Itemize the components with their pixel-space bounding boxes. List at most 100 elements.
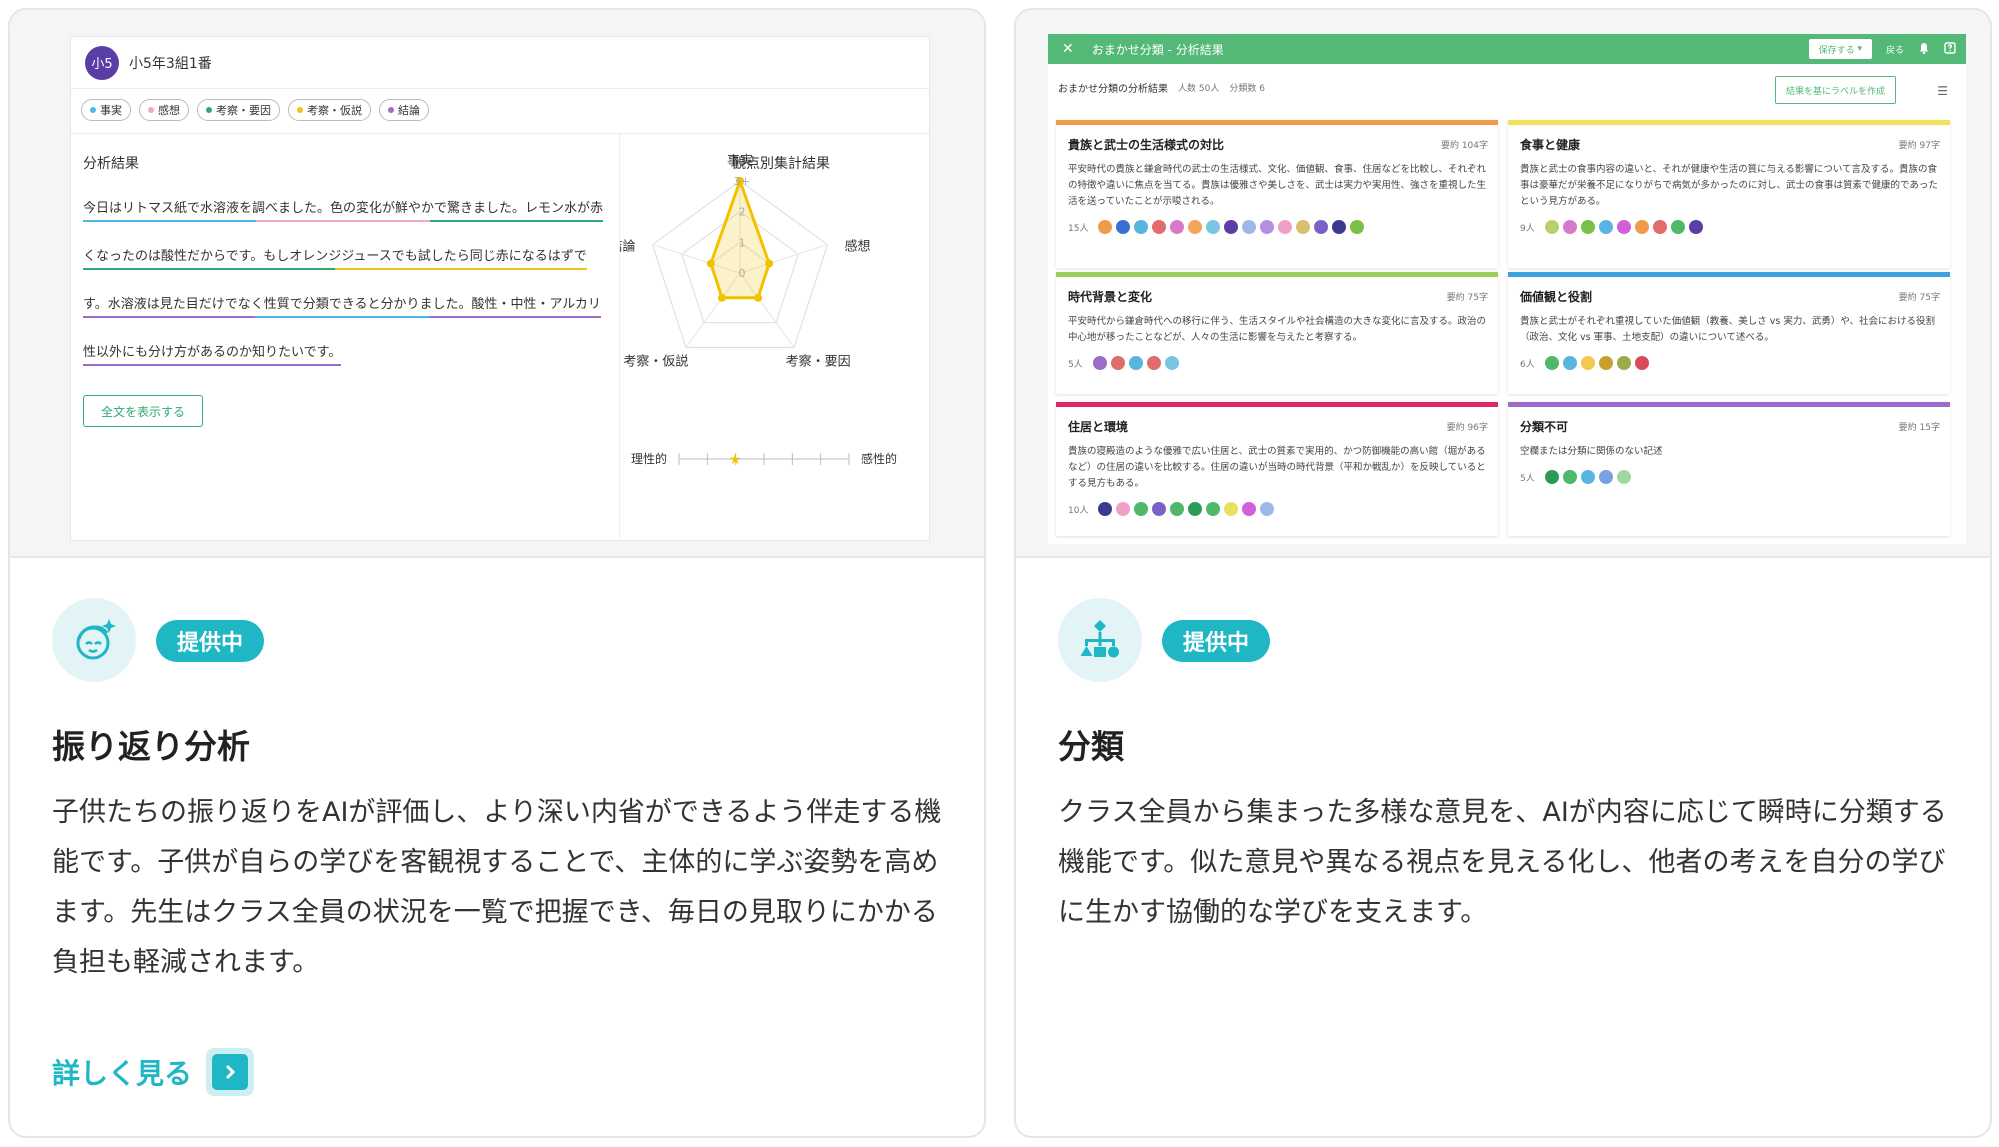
student-avatar-dot[interactable] bbox=[1206, 502, 1221, 516]
tag-chip[interactable]: 考察・要因 bbox=[197, 99, 280, 121]
student-avatar-dot[interactable] bbox=[1598, 220, 1613, 234]
student-avatar-dot[interactable] bbox=[1598, 470, 1613, 484]
student-avatar-dot[interactable] bbox=[1670, 220, 1685, 234]
student-avatar-dot[interactable] bbox=[1128, 356, 1143, 370]
student-avatar-dot[interactable] bbox=[1206, 220, 1221, 234]
student-avatar-dot[interactable] bbox=[1562, 220, 1577, 234]
category-people-count: 5人 bbox=[1520, 473, 1535, 484]
student-avatar-dot[interactable] bbox=[1652, 220, 1667, 234]
student-avatar-dot[interactable] bbox=[1562, 470, 1577, 484]
category-color-bar bbox=[1056, 120, 1498, 125]
student-avatar-dot[interactable] bbox=[1580, 470, 1595, 484]
tag-chip[interactable]: 事実 bbox=[81, 99, 131, 121]
category-title: 住居と環境 bbox=[1068, 420, 1129, 434]
student-avatar-dot[interactable] bbox=[1332, 220, 1347, 234]
card-body: 提供中 分類 クラス全員から集まった多様な意見を、AIが内容に応じて瞬時に分類す… bbox=[1016, 558, 1990, 1136]
list-menu-icon[interactable]: ☰ bbox=[1937, 84, 1948, 98]
student-avatar-dot[interactable] bbox=[1544, 470, 1559, 484]
category-card[interactable]: 住居と環境 要約 96字 貴族の寝殿造のような優雅で広い住居と、武士の質素で実用的、… bbox=[1056, 402, 1498, 536]
student-avatar-dot[interactable] bbox=[1580, 356, 1595, 370]
student-avatar-dot[interactable] bbox=[1152, 220, 1167, 234]
radar-point bbox=[754, 293, 763, 302]
feature-card-reflection: 小5 小5年3組1番 事実 感想 考察・要因 考察・仮説 結論 分析結果 今日はリトマス… bbox=[8, 8, 986, 1138]
student-avatar-dot[interactable] bbox=[1188, 220, 1203, 234]
category-color-bar bbox=[1508, 272, 1950, 277]
student-avatar-dot[interactable] bbox=[1224, 220, 1239, 234]
student-avatar-dot[interactable] bbox=[1242, 502, 1257, 516]
student-avatar-dot[interactable] bbox=[1688, 220, 1703, 234]
student-avatar-dot[interactable] bbox=[1260, 220, 1275, 234]
student-avatar-dot[interactable] bbox=[1350, 220, 1365, 234]
details-link[interactable]: 詳しく見る bbox=[52, 1048, 255, 1096]
category-card[interactable]: 時代背景と変化 要約 75字平安時代から鎌倉時代への移行に伴う、生活スタイルや社会… bbox=[1056, 272, 1498, 394]
bell-icon[interactable] bbox=[1918, 42, 1930, 57]
category-card[interactable]: 価値観と役割 要約 75字 貴族と武士がそれぞれ重視していた価値観（教養、美しさ v… bbox=[1508, 272, 1950, 394]
student-avatar-dot[interactable] bbox=[1098, 220, 1113, 234]
category-card[interactable]: 貴族と武士の生活様式の対比 要約 104字 平安時代の貴族と鎌倉時代の武士の生活様式… bbox=[1056, 120, 1498, 268]
student-avatar-dot[interactable] bbox=[1092, 356, 1107, 370]
student-avatar-dot[interactable] bbox=[1164, 356, 1179, 370]
tag-chip[interactable]: 感想 bbox=[139, 99, 189, 121]
category-char-count: 要約 104字 bbox=[1440, 141, 1488, 151]
save-button[interactable]: 保存する ▾ bbox=[1808, 39, 1872, 59]
category-people-count: 6人 bbox=[1520, 359, 1535, 370]
student-avatar-dot[interactable] bbox=[1146, 356, 1161, 370]
student-avatar-dot[interactable] bbox=[1544, 356, 1559, 370]
student-avatar-dot[interactable] bbox=[1278, 220, 1293, 234]
student-avatar-dot[interactable] bbox=[1116, 220, 1131, 234]
tag-chip[interactable]: 結論 bbox=[379, 99, 429, 121]
preview-area: ✕ おまかせ分類 - 分析結果 保存する ▾ 戻る おまかせ分類の分析結果 人数… bbox=[1016, 10, 1990, 558]
category-card[interactable]: 分類不可 要約 15字 空欄または分類に関係のない記述 5人 bbox=[1508, 402, 1950, 536]
student-avatar-dot[interactable] bbox=[1188, 502, 1203, 516]
category-title: 時代背景と変化 bbox=[1068, 290, 1153, 304]
category-description: 平安時代から鎌倉時代への移行に伴う、生活スタイルや社会構造の大きな変化に言及する… bbox=[1068, 316, 1487, 343]
student-avatar-dot[interactable] bbox=[1260, 502, 1275, 516]
student-avatar-dot[interactable] bbox=[1544, 220, 1559, 234]
topbar-title: おまかせ分類 - 分析結果 bbox=[1091, 42, 1224, 57]
student-avatar-dot[interactable] bbox=[1170, 220, 1185, 234]
student-avatar-dot[interactable] bbox=[1116, 502, 1131, 516]
radar-axis-label: 考察・仮説 bbox=[623, 353, 688, 369]
student-avatar-dot[interactable] bbox=[1314, 220, 1329, 234]
student-avatar-dot[interactable] bbox=[1616, 356, 1631, 370]
student-avatar-dot[interactable] bbox=[1580, 220, 1595, 234]
tag-color-dot bbox=[206, 107, 212, 113]
student-avatar-dot[interactable] bbox=[1634, 356, 1649, 370]
student-avatar-dot[interactable] bbox=[1598, 356, 1613, 370]
student-avatar-dot[interactable] bbox=[1134, 220, 1149, 234]
student-avatar-dot[interactable] bbox=[1170, 502, 1185, 516]
category-people-count: 10人 bbox=[1068, 505, 1089, 516]
category-char-count: 要約 15字 bbox=[1898, 423, 1940, 433]
chevron-right-icon[interactable] bbox=[206, 1048, 255, 1096]
category-title: 分類不可 bbox=[1520, 420, 1569, 434]
category-members: 6人 bbox=[1520, 356, 1649, 370]
back-button[interactable]: 戻る bbox=[1886, 43, 1904, 56]
student-avatar-dot[interactable] bbox=[1616, 220, 1631, 234]
people-count: 人数 50人 bbox=[1178, 83, 1220, 94]
student-avatar-dot[interactable] bbox=[1152, 502, 1167, 516]
category-title: 貴族と武士の生活様式の対比 bbox=[1068, 138, 1225, 152]
student-avatar-dot[interactable] bbox=[1616, 470, 1631, 484]
star-icon: ★ bbox=[729, 452, 742, 468]
student-avatar-dot[interactable] bbox=[1242, 220, 1257, 234]
student-avatar-dot[interactable] bbox=[1098, 502, 1113, 516]
student-avatar-dot[interactable] bbox=[1296, 220, 1311, 234]
close-icon[interactable]: ✕ bbox=[1062, 41, 1074, 57]
category-char-count: 要約 75字 bbox=[1898, 293, 1940, 303]
student-avatar-dot[interactable] bbox=[1134, 502, 1149, 516]
category-card[interactable]: 食事と健康 要約 97字 貴族と武士の食事内容の違いと、それが健康や生活の質に与える… bbox=[1508, 120, 1950, 268]
tag-color-dot bbox=[90, 107, 96, 113]
student-avatar-dot[interactable] bbox=[1562, 356, 1577, 370]
help-icon[interactable] bbox=[1944, 41, 1956, 57]
radar-axis-label: 考察・要因 bbox=[786, 354, 851, 369]
show-all-button[interactable]: 全文を表示する bbox=[83, 395, 203, 427]
student-avatar-dot[interactable] bbox=[1224, 502, 1239, 516]
create-label-button[interactable]: 結果を基にラベルを作成 bbox=[1774, 76, 1896, 104]
reflection-text-line: 今日はリトマス紙で水溶液を調べました。色の変化が鮮やかで驚きました。レモン水が赤 bbox=[83, 197, 604, 222]
feature-card-classification: ✕ おまかせ分類 - 分析結果 保存する ▾ 戻る おまかせ分類の分析結果 人数… bbox=[1014, 8, 1992, 1138]
tag-chip[interactable]: 考察・仮説 bbox=[288, 99, 371, 121]
radar-tick-label: 2 bbox=[739, 206, 746, 219]
category-char-count: 要約 75字 bbox=[1446, 293, 1488, 303]
student-avatar-dot[interactable] bbox=[1634, 220, 1649, 234]
student-avatar-dot[interactable] bbox=[1110, 356, 1125, 370]
